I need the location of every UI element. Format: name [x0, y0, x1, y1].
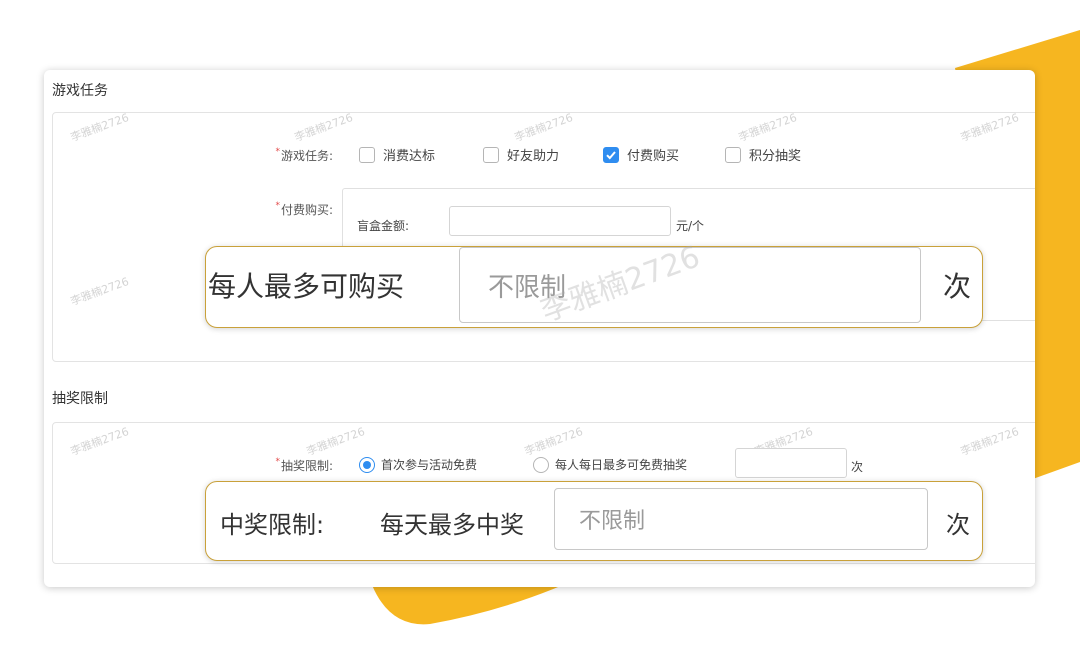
- section-title-game-tasks: 游戏任务: [52, 83, 108, 99]
- checkbox-label: 好友助力: [507, 149, 560, 164]
- checkbox-icon[interactable]: [359, 146, 375, 163]
- game-tasks-label: *游戏任务:: [275, 147, 333, 163]
- input-placeholder: 不限制: [579, 509, 646, 534]
- watermark: 李雅楠2726: [304, 424, 367, 459]
- draw-limit-label: *抽奖限制:: [275, 457, 333, 473]
- paid-purchase-label: *付费购买:: [275, 201, 333, 217]
- prize-limit-callout: 中奖限制: 每天最多中奖 不限制 次: [205, 481, 983, 561]
- prize-daily-input[interactable]: 不限制: [554, 488, 928, 550]
- box-amount-label: 盲盒金额:: [357, 219, 410, 233]
- radio-first-free[interactable]: 首次参与活动免费: [359, 456, 477, 473]
- checkbox-checked-icon[interactable]: [603, 146, 619, 163]
- watermark: 李雅楠2726: [522, 424, 585, 459]
- radio-selected-icon[interactable]: [359, 456, 375, 473]
- watermark: 李雅楠2726: [512, 110, 575, 145]
- radio-icon[interactable]: [533, 456, 549, 473]
- checkbox-friend-help[interactable]: 好友助力: [483, 145, 559, 164]
- prize-daily-label: 每天最多中奖: [380, 511, 524, 539]
- required-mark: *: [275, 457, 280, 467]
- watermark: 李雅楠2726: [958, 424, 1021, 459]
- purchase-limit-unit: 次: [943, 270, 972, 303]
- required-mark: *: [275, 147, 280, 157]
- watermark: 李雅楠2726: [68, 274, 131, 309]
- watermark: 李雅楠2726: [736, 110, 799, 145]
- checkbox-paid-purchase[interactable]: 付费购买: [603, 145, 679, 164]
- required-mark: *: [275, 201, 280, 211]
- watermark: 李雅楠2726: [68, 110, 131, 145]
- purchase-limit-label: 每人最多可购买: [208, 270, 405, 303]
- checkbox-label: 消费达标: [383, 149, 436, 164]
- radio-label: 每人每日最多可免费抽奖: [555, 458, 688, 472]
- checkbox-label: 付费购买: [627, 149, 680, 164]
- watermark: 李雅楠2726: [68, 424, 131, 459]
- section-title-draw-limit: 抽奖限制: [52, 391, 108, 407]
- watermark: 李雅楠2726: [958, 110, 1021, 145]
- checkbox-label: 积分抽奖: [749, 149, 802, 164]
- prize-daily-unit: 次: [946, 511, 970, 539]
- purchase-limit-callout: 每人最多可购买 不限制 李雅楠2726 次: [205, 239, 983, 329]
- checkbox-consumption-target[interactable]: 消费达标: [359, 145, 435, 164]
- watermark: 李雅楠2726: [292, 110, 355, 145]
- checkbox-icon[interactable]: [725, 146, 741, 163]
- checkbox-icon[interactable]: [483, 146, 499, 163]
- prize-limit-label: 中奖限制:: [220, 511, 325, 539]
- checkbox-points-draw[interactable]: 积分抽奖: [725, 145, 801, 164]
- radio-label: 首次参与活动免费: [381, 458, 478, 472]
- checkmark-icon: [606, 150, 616, 159]
- box-amount-input[interactable]: [449, 206, 671, 236]
- daily-free-unit: 次: [851, 460, 864, 474]
- radio-daily-free[interactable]: 每人每日最多可免费抽奖: [533, 456, 687, 473]
- daily-free-count-input[interactable]: [735, 448, 847, 478]
